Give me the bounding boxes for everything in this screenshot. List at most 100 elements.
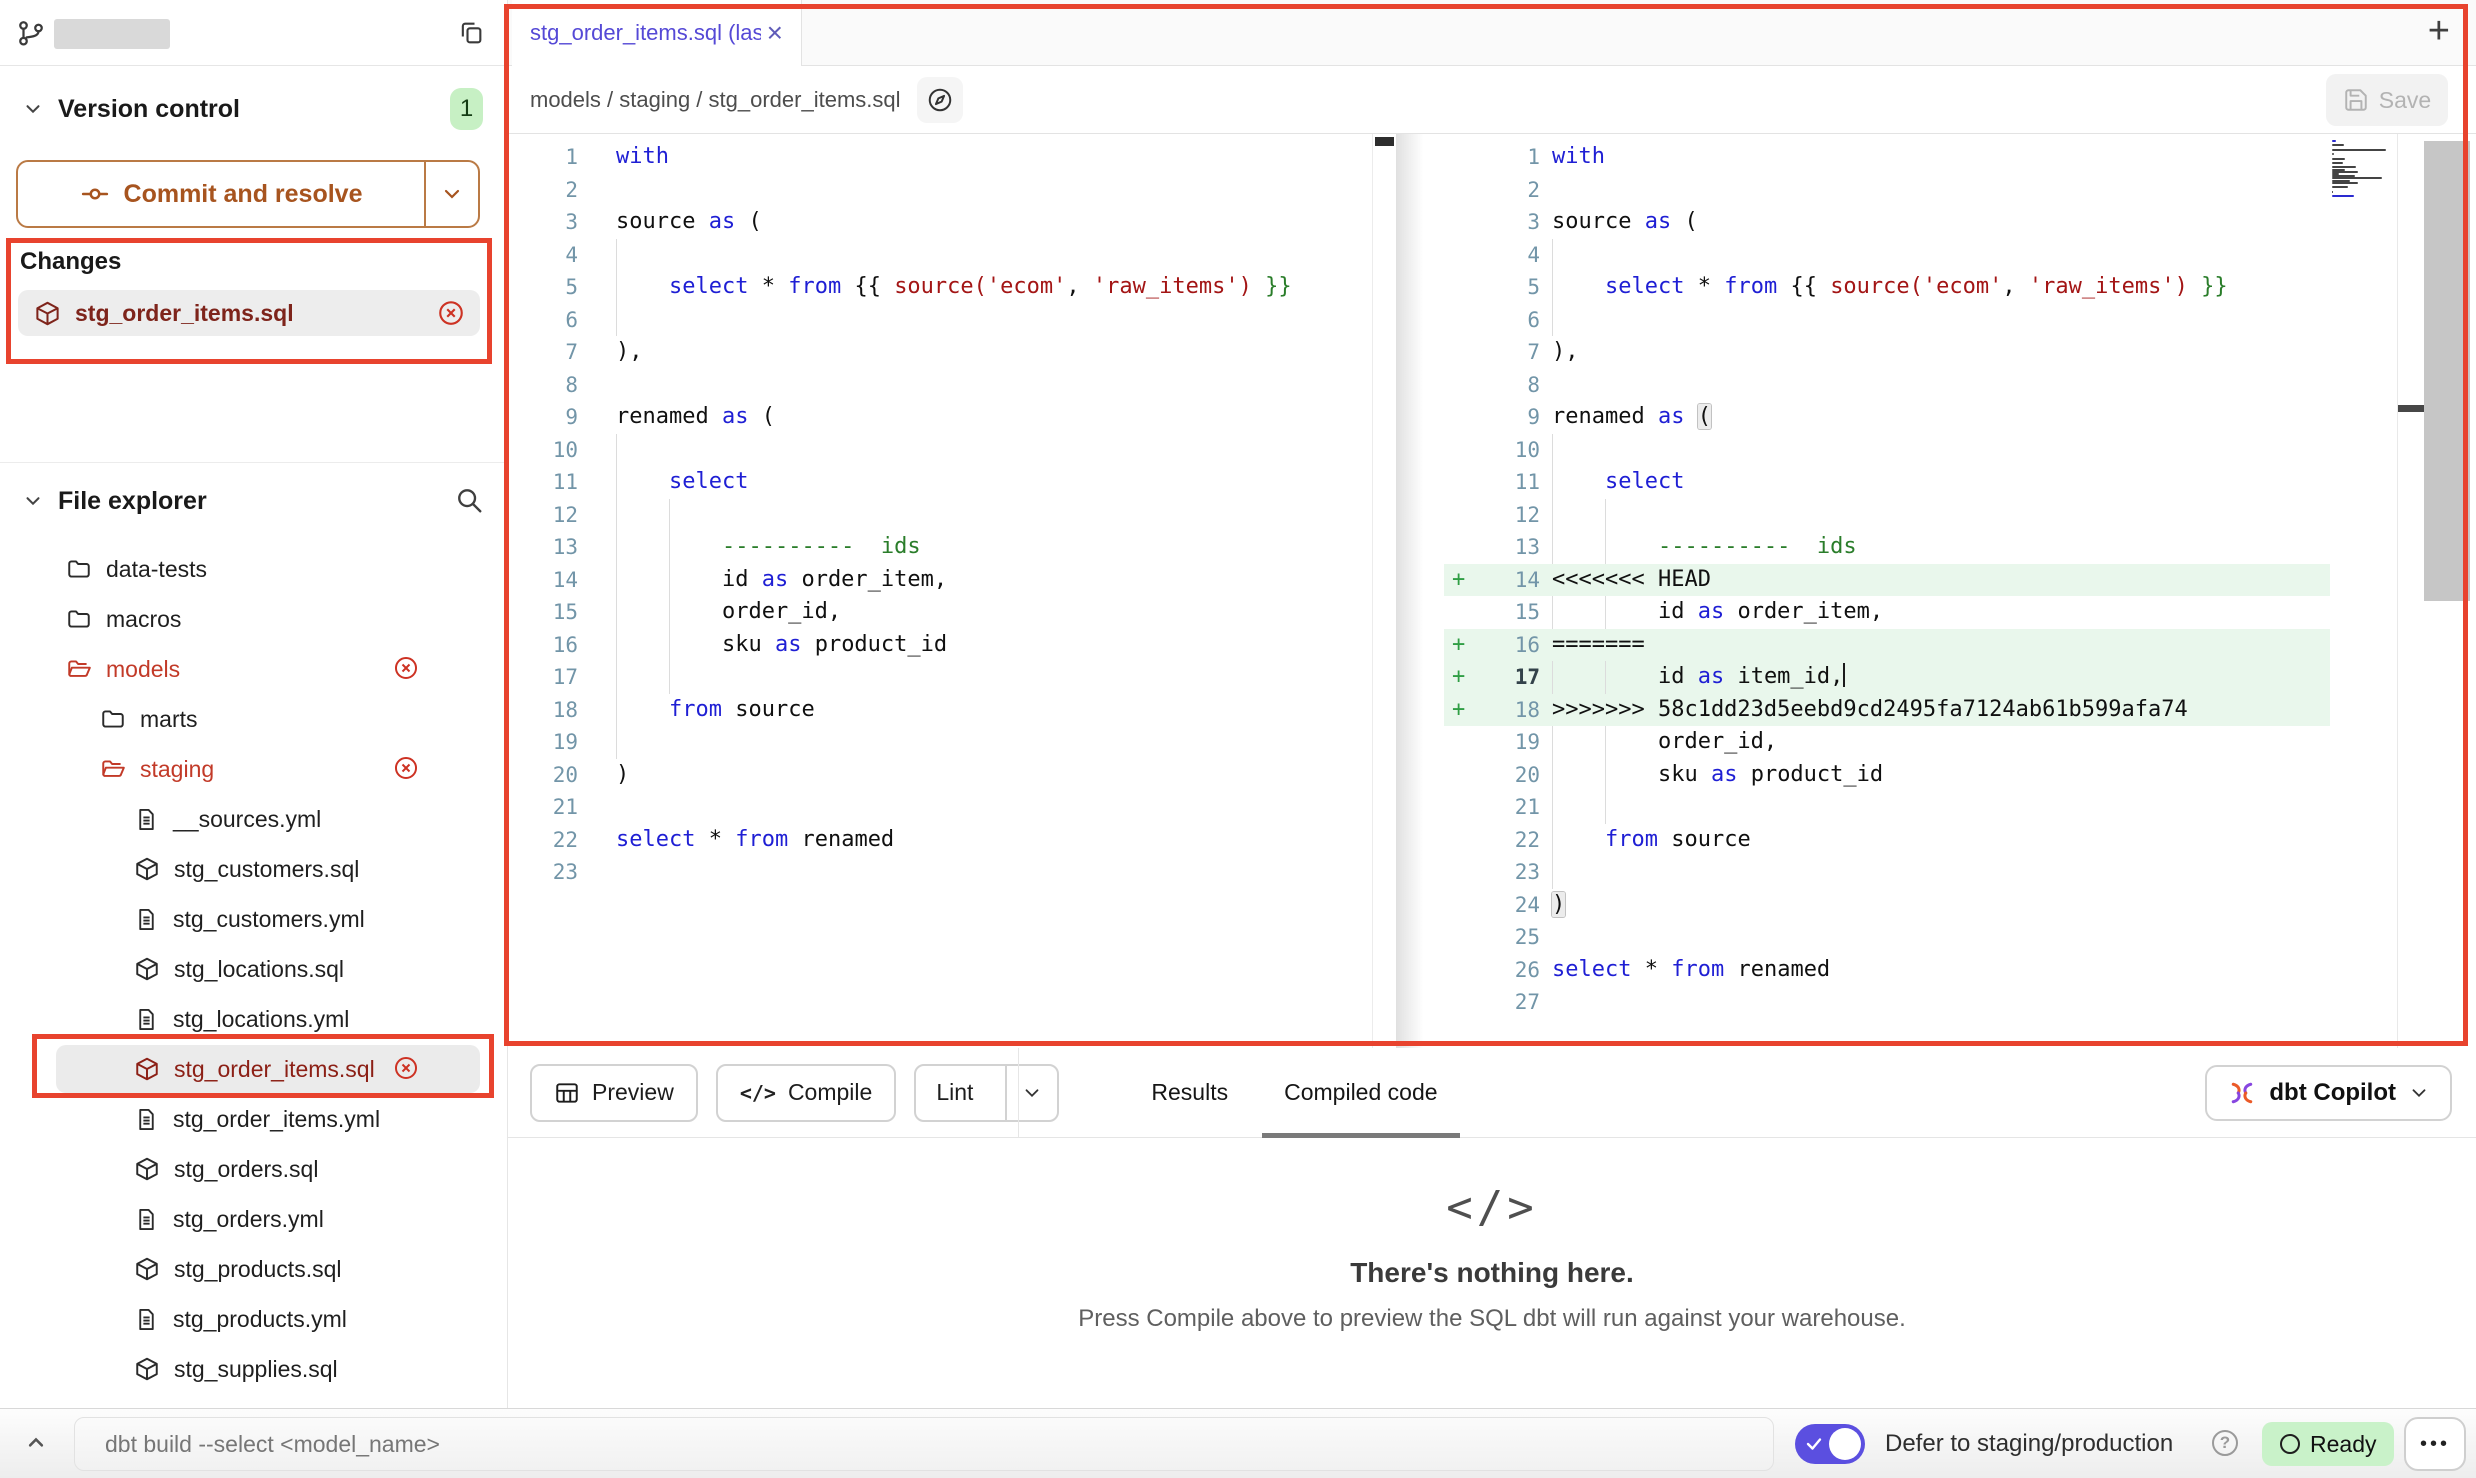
- file-explorer-item[interactable]: stg_customers.yml: [0, 894, 508, 944]
- changes-title: Changes: [20, 248, 508, 276]
- code-line: 18 from source: [512, 694, 1372, 727]
- defer-toggle[interactable]: [1795, 1424, 1865, 1464]
- ellipsis-icon[interactable]: •••: [2404, 1417, 2466, 1471]
- chevron-down-icon[interactable]: [22, 98, 44, 120]
- file-explorer-item[interactable]: staging: [0, 744, 508, 794]
- tab-results[interactable]: Results: [1123, 1048, 1256, 1138]
- file-explorer-item[interactable]: stg_orders.sql: [0, 1144, 508, 1194]
- line-number: 20: [1478, 759, 1540, 792]
- line-number: 10: [512, 434, 578, 467]
- file-name: stg_order_items.yml: [173, 1106, 380, 1133]
- file-explorer-item[interactable]: stg_products.yml: [0, 1294, 508, 1344]
- chevron-up-icon[interactable]: [22, 1429, 50, 1457]
- model-icon: [134, 1356, 160, 1382]
- file-explorer-item[interactable]: stg_customers.sql: [0, 844, 508, 894]
- chevron-down-icon[interactable]: [22, 490, 44, 512]
- line-number: 7: [1478, 336, 1540, 369]
- version-control-header[interactable]: Version control 1: [0, 78, 507, 140]
- file-name: stg_customers.yml: [173, 906, 365, 933]
- circle-x-icon[interactable]: [392, 1054, 420, 1082]
- branch-name-redacted: [54, 19, 170, 49]
- file-explorer-list: data-testsmacrosmodelsmartsstaging__sour…: [0, 539, 508, 1394]
- file-explorer-item[interactable]: macros: [0, 594, 508, 644]
- model-icon: [134, 956, 160, 982]
- code-line: 15 id as order_item,: [1444, 596, 2330, 629]
- line-number: 11: [512, 466, 578, 499]
- doc-icon: [134, 1007, 159, 1032]
- command-input[interactable]: dbt build --select <model_name>: [74, 1417, 1774, 1471]
- model-cube-icon: [34, 300, 61, 327]
- line-number: 2: [1478, 174, 1540, 207]
- commit-and-resolve-button[interactable]: Commit and resolve: [16, 160, 480, 228]
- file-explorer-item[interactable]: stg_locations.sql: [0, 944, 508, 994]
- compass-icon[interactable]: [917, 77, 963, 123]
- file-explorer-item[interactable]: data-tests: [0, 544, 508, 594]
- file-explorer-item[interactable]: marts: [0, 694, 508, 744]
- copy-icon[interactable]: [457, 19, 485, 47]
- code-line: 3source as (: [512, 206, 1372, 239]
- file-explorer-item[interactable]: stg_order_items.yml: [0, 1094, 508, 1144]
- line-number: 2: [512, 174, 578, 207]
- line-number: 1: [1478, 141, 1540, 174]
- line-number: 6: [512, 304, 578, 337]
- toggle-knob: [1829, 1428, 1861, 1460]
- sidebar: Version control 1 Commit and resolve Cha…: [0, 0, 508, 1408]
- new-tab-button[interactable]: +: [2428, 12, 2450, 50]
- git-branch-icon[interactable]: [16, 18, 46, 48]
- tab-compiled-code[interactable]: Compiled code: [1256, 1048, 1465, 1138]
- minimap[interactable]: [2332, 140, 2390, 202]
- floppy-icon: [2343, 87, 2369, 113]
- diff-added-marker: +: [1444, 661, 1478, 694]
- doc-icon: [134, 907, 159, 932]
- question-circle-icon[interactable]: ?: [2212, 1430, 2238, 1456]
- preview-button[interactable]: Preview: [530, 1064, 698, 1122]
- dbt-copilot-button[interactable]: dbt Copilot: [2205, 1065, 2452, 1121]
- table-grid-icon: [554, 1080, 580, 1106]
- right-pane-scrollbar-thumb[interactable]: [2398, 405, 2424, 412]
- lint-options-dropdown[interactable]: [1005, 1066, 1057, 1120]
- file-name: stg_locations.sql: [174, 956, 344, 983]
- left-pane-scrollbar[interactable]: [1372, 134, 1396, 1048]
- file-explorer-item[interactable]: stg_supplies.sql: [0, 1344, 508, 1394]
- close-icon[interactable]: ×: [767, 19, 783, 47]
- line-number: 15: [1478, 596, 1540, 629]
- file-explorer-item[interactable]: stg_products.sql: [0, 1244, 508, 1294]
- diff-added-marker: [1444, 596, 1478, 629]
- lint-button[interactable]: Lint: [914, 1064, 1059, 1122]
- status-badge[interactable]: Ready: [2262, 1422, 2394, 1466]
- circle-x-icon[interactable]: [392, 754, 420, 782]
- scrollbar-thumb[interactable]: [1375, 137, 1394, 146]
- minimap-scroll-overlay[interactable]: [2424, 141, 2470, 601]
- code-pane-right[interactable]: 1with23source as (45 select * from {{ so…: [1444, 141, 2330, 1019]
- code-line: 12: [512, 499, 1372, 532]
- code-line: 6: [512, 304, 1372, 337]
- save-button[interactable]: Save: [2326, 74, 2448, 126]
- file-explorer-item[interactable]: stg_locations.yml: [0, 994, 508, 1044]
- lint-button-label[interactable]: Lint: [916, 1066, 993, 1120]
- file-explorer-item[interactable]: __sources.yml: [0, 794, 508, 844]
- circle-x-icon[interactable]: [392, 654, 420, 682]
- line-number: 22: [1478, 824, 1540, 857]
- code-pane-left[interactable]: 1with23source as (45 select * from {{ so…: [512, 141, 1372, 889]
- file-explorer-header[interactable]: File explorer: [0, 463, 508, 539]
- diff-added-marker: [1444, 206, 1478, 239]
- breadcrumb-row: models / staging / stg_order_items.sql S…: [508, 66, 2476, 134]
- compile-button[interactable]: </> Compile: [716, 1064, 897, 1122]
- indent-guide: [1552, 791, 1553, 824]
- circle-x-icon[interactable]: [436, 298, 466, 328]
- file-explorer-item[interactable]: stg_order_items.sql: [0, 1044, 508, 1094]
- code-line: 17: [512, 661, 1372, 694]
- file-explorer-item[interactable]: stg_orders.yml: [0, 1194, 508, 1244]
- editor-tab[interactable]: stg_order_items.sql (last c... ×: [512, 0, 802, 66]
- code-line: 11 select: [512, 466, 1372, 499]
- pane-divider: [1396, 134, 1446, 1048]
- search-icon[interactable]: [454, 485, 484, 515]
- line-number: 8: [1478, 369, 1540, 402]
- file-explorer-item[interactable]: models: [0, 644, 508, 694]
- line-number: 23: [1478, 856, 1540, 889]
- commit-options-dropdown[interactable]: [424, 162, 478, 226]
- line-number: 19: [1478, 726, 1540, 759]
- line-number: 5: [1478, 271, 1540, 304]
- changed-file-row[interactable]: stg_order_items.sql: [18, 290, 480, 336]
- code-line: 22select * from renamed: [512, 824, 1372, 857]
